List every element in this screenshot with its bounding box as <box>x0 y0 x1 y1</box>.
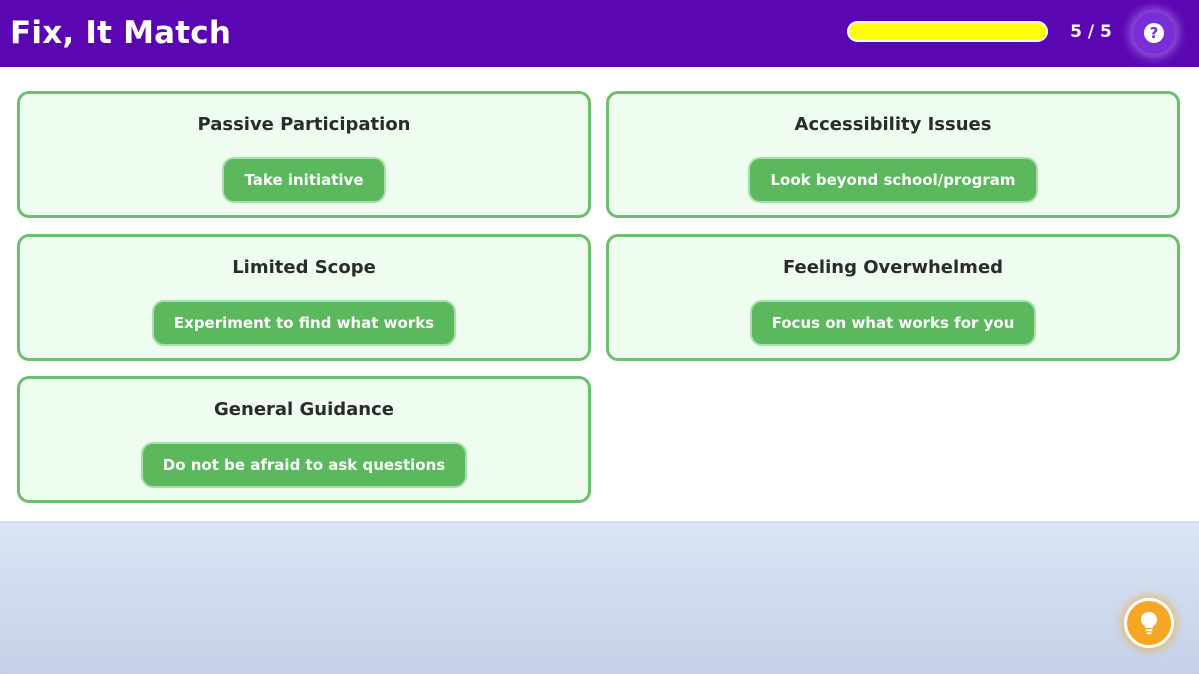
help-button[interactable]: ? <box>1133 12 1175 54</box>
top-bar: Fix, It Match 5 / 5 ? <box>0 0 1199 67</box>
solution-chip[interactable]: Look beyond school/program <box>748 157 1038 203</box>
card-title: General Guidance <box>214 399 394 420</box>
card-title: Accessibility Issues <box>794 114 992 135</box>
game-screen: Fix, It Match 5 / 5 ? Passive Participat… <box>0 0 1199 674</box>
solution-chip[interactable]: Focus on what works for you <box>749 300 1037 346</box>
game-title: Fix, It Match <box>10 15 232 51</box>
match-card-general-guidance[interactable]: General Guidance Do not be afraid to ask… <box>17 376 591 503</box>
match-card-limited-scope[interactable]: Limited Scope Experiment to find what wo… <box>17 234 591 361</box>
drop-tray <box>0 521 1199 674</box>
card-title: Passive Participation <box>197 114 411 135</box>
match-card-passive-participation[interactable]: Passive Participation Take initiative <box>17 91 591 218</box>
solution-chip[interactable]: Experiment to find what works <box>151 300 457 346</box>
progress-counter: 5 / 5 <box>1070 22 1112 42</box>
card-title: Feeling Overwhelmed <box>782 257 1004 278</box>
progress-bar <box>847 21 1048 42</box>
question-circle-icon: ? <box>1144 23 1164 43</box>
solution-chip[interactable]: Do not be afraid to ask questions <box>140 442 468 488</box>
lightbulb-icon <box>1141 612 1157 635</box>
solution-chip[interactable]: Take initiative <box>222 157 386 203</box>
progress-fill <box>849 23 1046 40</box>
match-card-feeling-overwhelmed[interactable]: Feeling Overwhelmed Focus on what works … <box>606 234 1180 361</box>
match-card-accessibility-issues[interactable]: Accessibility Issues Look beyond school/… <box>606 91 1180 218</box>
card-title: Limited Scope <box>232 257 376 278</box>
hint-button[interactable] <box>1124 598 1174 648</box>
